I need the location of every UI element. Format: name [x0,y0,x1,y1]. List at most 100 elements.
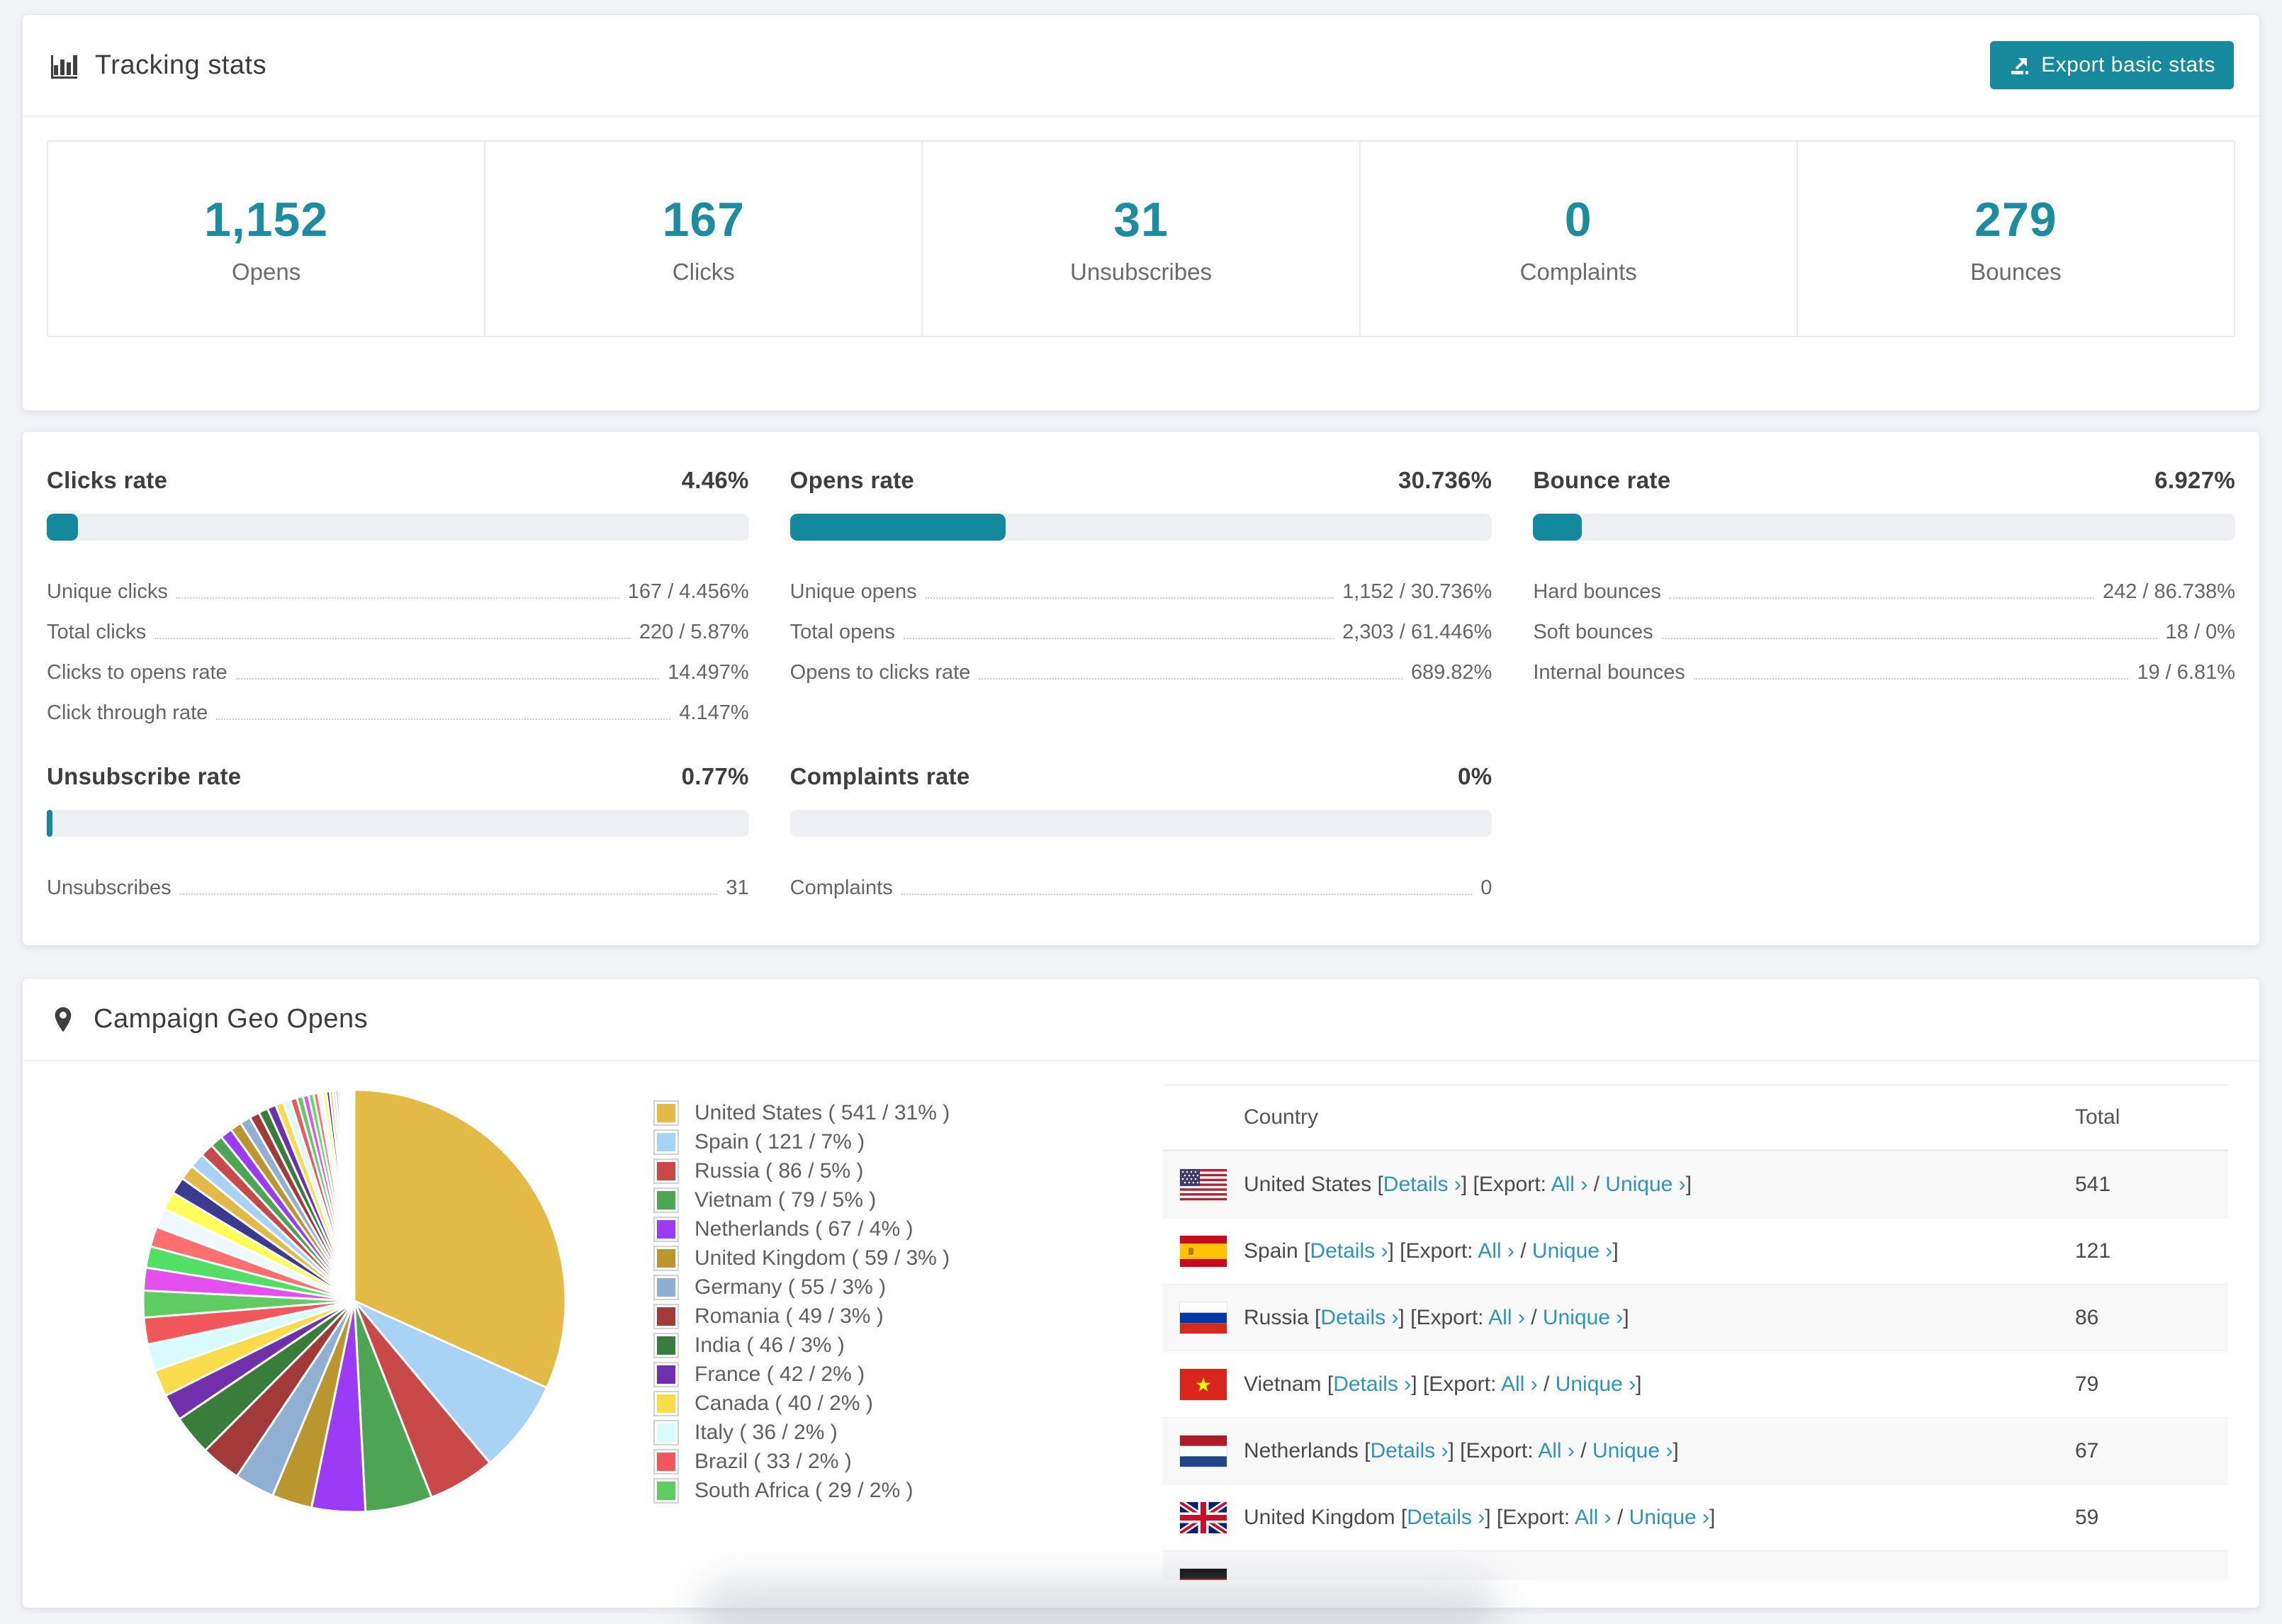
rates-row-2: Unsubscribe rate 0.77% Unsubscribes 31 Co… [47,763,2235,901]
clicks-rate-panel: Clicks rate 4.46% Unique clicks 167 / 4.4… [47,467,749,726]
legend-swatch [653,1158,679,1184]
complaints-rate-title: Complaints rate [789,763,970,789]
export-all-link[interactable]: All › [1575,1506,1612,1529]
legend-swatch [653,1303,679,1329]
country-name: Russia [1244,1305,1309,1329]
legend-item: Russia ( 86 / 5% ) [653,1156,989,1185]
vietnam-flag-icon [1180,1368,1227,1400]
column-header-total: Total [2075,1105,2120,1129]
legend-label: South Africa ( 29 / 2% ) [695,1478,914,1502]
geo-opens-title: Campaign Geo Opens [94,1004,369,1034]
export-icon [2008,54,2031,77]
clicks-rate-title: Clicks rate [47,467,168,493]
export-unique-link[interactable]: Unique › [1556,1372,1636,1396]
country-total: 59 [2075,1505,2099,1529]
rate-detail-row: Hard bounces 242 / 86.738% [1533,580,2236,603]
rate-detail-row: Click through rate 4.147% [47,701,749,724]
uk-flag-icon [1180,1501,1227,1533]
rate-detail-row: Total opens 2,303 / 61.446% [789,621,1493,643]
country-total: 541 [2075,1172,2111,1196]
details-link[interactable]: Details › [1310,1239,1388,1263]
geo-opens-body: United States ( 541 / 31% ) Spain ( 121 /… [23,1061,2259,1580]
legend-item: United Kingdom ( 59 / 3% ) [653,1244,989,1273]
unsubscribe-rate-value: 0.77% [681,763,749,789]
table-row-partial [1163,1550,2228,1580]
details-link[interactable]: Details › [1333,1372,1411,1396]
table-row: Spain [Details ›] [Export: All › / Uniqu… [1163,1217,2228,1284]
legend-swatch [653,1129,679,1155]
unsubscribe-rate-panel: Unsubscribe rate 0.77% Unsubscribes 31 [47,763,749,901]
rate-detail-row: Unsubscribes 31 [47,876,749,899]
export-all-link[interactable]: All › [1501,1372,1538,1396]
table-row: Netherlands [Details ›] [Export: All › /… [1163,1417,2228,1484]
legend-swatch [653,1274,679,1300]
legend-swatch [653,1419,679,1445]
export-all-link[interactable]: All › [1478,1239,1514,1263]
complaints-rate-progress [789,810,1493,837]
us-flag-icon [1180,1168,1227,1200]
opens-rate-value: 30.736% [1398,467,1493,493]
export-unique-link[interactable]: Unique › [1592,1439,1673,1462]
opens-rate-progress [789,514,1493,541]
tracking-dashboard: Tracking stats Export basic stats 1,152 … [0,0,2282,1624]
country-name: United States [1244,1172,1372,1196]
geo-pie-chart [137,1084,571,1518]
rate-detail-row: Clicks to opens rate 14.497% [47,661,749,684]
stat-opens: 1,152 Opens [204,193,329,285]
rate-detail-row: Total clicks 220 / 5.87% [47,621,749,643]
export-unique-link[interactable]: Unique › [1543,1306,1623,1329]
legend-item: Germany ( 55 / 3% ) [653,1273,989,1302]
stat-bounces: 279 Bounces [1796,142,2234,336]
export-unique-link[interactable]: Unique › [1532,1239,1612,1263]
table-row: United States [Details ›] [Export: All ›… [1163,1151,2228,1217]
tracking-stats-header: Tracking stats Export basic stats [23,15,2259,117]
legend-swatch [653,1448,679,1474]
legend-item: Vietnam ( 79 / 5% ) [653,1185,989,1214]
legend-label: Italy ( 36 / 2% ) [695,1420,838,1444]
export-basic-stats-button[interactable]: Export basic stats [1990,41,2234,89]
opens-rate-panel: Opens rate 30.736% Unique opens 1,152 / 3… [789,467,1493,726]
legend-swatch [653,1390,679,1416]
bar-chart-icon [48,50,79,81]
geo-table: Country Total United States [Details ›] … [1163,1084,2228,1580]
table-row: United Kingdom [Details ›] [Export: All … [1163,1484,2228,1550]
column-header-country: Country [1244,1105,1319,1129]
legend-swatch [653,1100,679,1126]
country-name: Netherlands [1244,1438,1359,1462]
details-link[interactable]: Details › [1407,1506,1485,1529]
details-link[interactable]: Details › [1320,1306,1398,1329]
legend-label: United Kingdom ( 59 / 3% ) [695,1246,950,1270]
details-link[interactable]: Details › [1383,1173,1461,1196]
clicks-rate-progress [47,514,749,541]
legend-label: Canada ( 40 / 2% ) [695,1391,873,1415]
netherlands-flag-icon [1180,1435,1227,1467]
table-row: Vietnam [Details ›] [Export: All › / Uni… [1163,1350,2228,1417]
rates-row-1: Clicks rate 4.46% Unique clicks 167 / 4.4… [47,467,2236,726]
stat-unsubscribes: 31 Unsubscribes [921,142,1359,336]
export-all-link[interactable]: All › [1488,1306,1525,1329]
rates-card: Clicks rate 4.46% Unique clicks 167 / 4.4… [22,431,2260,946]
export-all-link[interactable]: All › [1551,1173,1588,1196]
unsubscribe-rate-progress [47,810,749,837]
spain-flag-icon [1180,1235,1227,1267]
legend-item: South Africa ( 29 / 2% ) [653,1476,989,1505]
legend-item: Brazil ( 33 / 2% ) [653,1447,989,1476]
complaints-rate-panel: Complaints rate 0% Complaints 0 [789,763,1493,901]
export-unique-link[interactable]: Unique › [1629,1506,1709,1529]
complaints-rate-value: 0% [1458,763,1493,789]
rate-detail-row: Unique opens 1,152 / 30.736% [789,580,1493,603]
rate-detail-row: Unique clicks 167 / 4.456% [47,580,749,603]
export-unique-link[interactable]: Unique › [1605,1173,1685,1196]
page-title: Tracking stats [95,50,267,80]
geo-opens-header: Campaign Geo Opens [23,979,2259,1061]
legend-item: Spain ( 121 / 7% ) [653,1127,989,1156]
tracking-stats-card: Tracking stats Export basic stats 1,152 … [22,14,2260,411]
legend-label: Spain ( 121 / 7% ) [695,1129,865,1154]
legend-label: United States ( 541 / 31% ) [695,1100,950,1124]
export-all-link[interactable]: All › [1538,1439,1575,1462]
rate-detail-row: Soft bounces 18 / 0% [1533,621,2236,643]
details-link[interactable]: Details › [1370,1439,1448,1462]
legend-label: France ( 42 / 2% ) [695,1362,865,1386]
legend-label: Brazil ( 33 / 2% ) [695,1449,852,1473]
bounce-rate-value: 6.927% [2154,467,2236,493]
